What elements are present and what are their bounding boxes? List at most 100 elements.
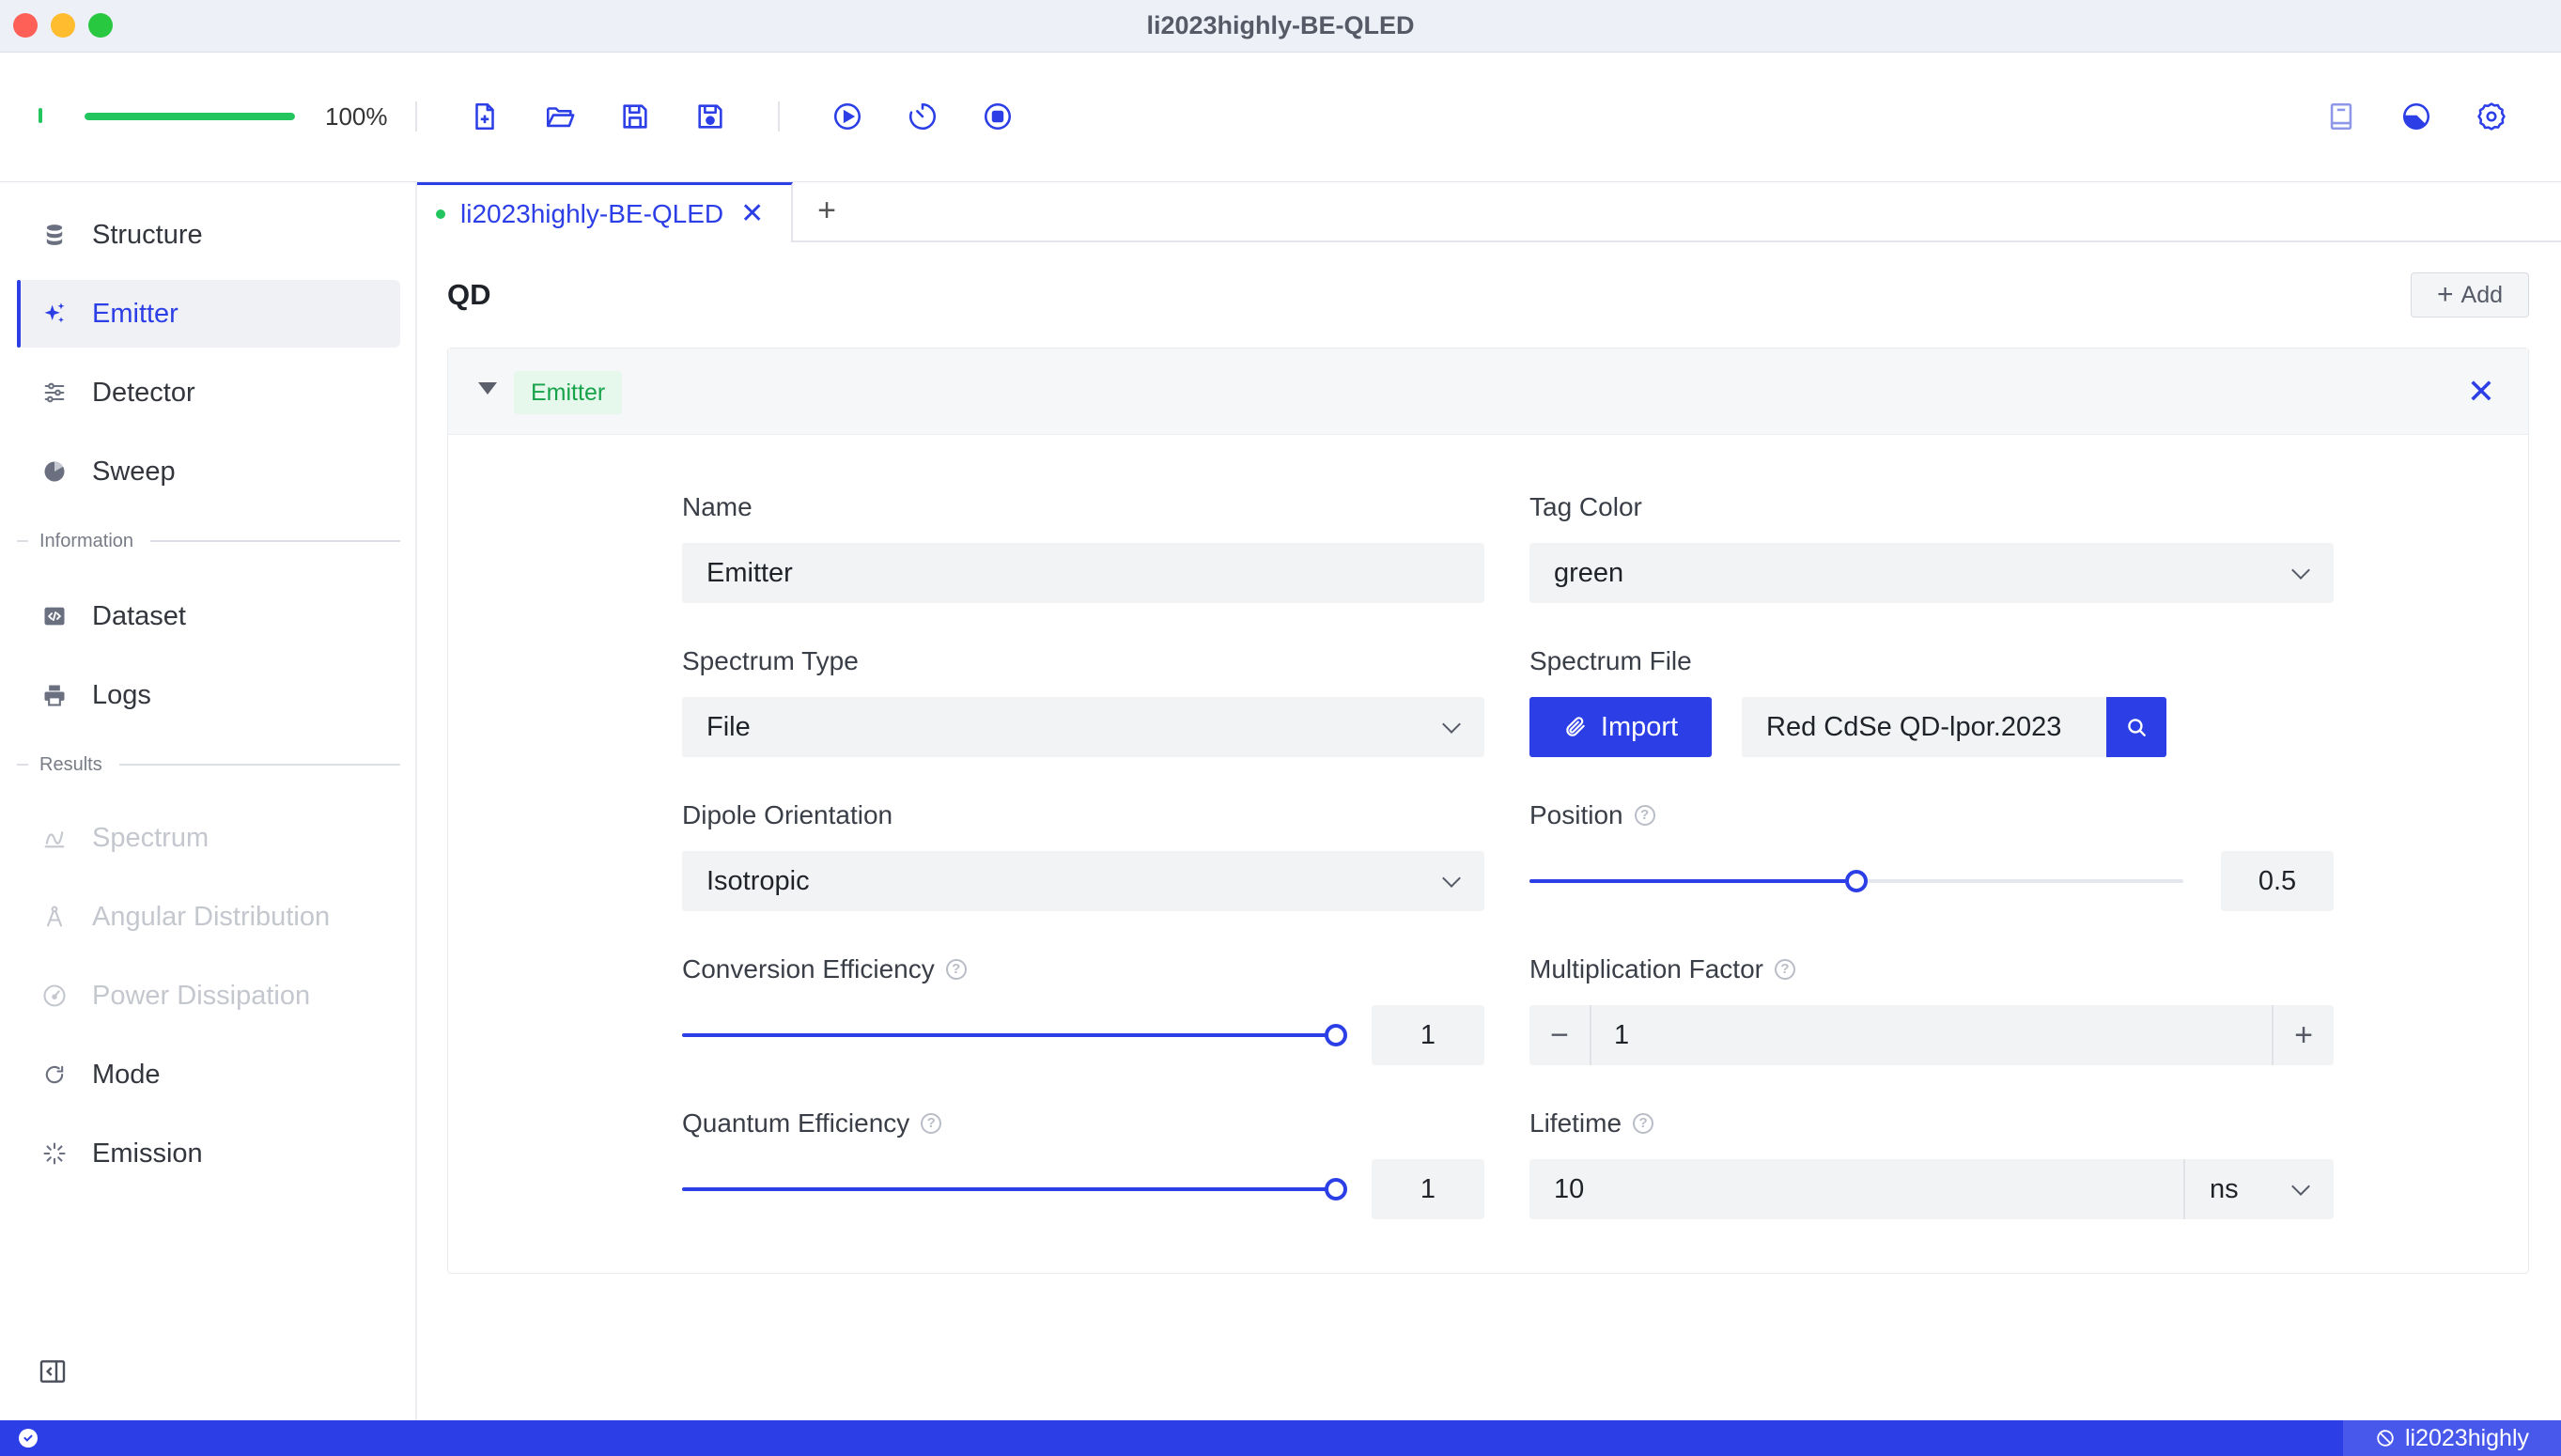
run-button[interactable] — [829, 98, 866, 135]
chevron-down-icon — [2291, 561, 2310, 580]
toolbar-separator — [778, 101, 780, 132]
add-tab-button[interactable]: + — [808, 192, 846, 229]
add-emitter-button[interactable]: + Add — [2411, 272, 2529, 318]
toolbar-separator — [415, 101, 417, 132]
conversion-efficiency-label-text: Conversion Efficiency — [682, 954, 935, 984]
collapse-sidebar-button[interactable] — [38, 1356, 68, 1386]
slider-fill — [682, 1187, 1336, 1191]
mode-icon — [45, 1065, 64, 1084]
new-file-button[interactable] — [466, 98, 504, 135]
check-icon[interactable] — [19, 1429, 38, 1448]
spectrum-file-label: Spectrum File — [1529, 646, 1692, 675]
sidebar-item-dataset[interactable]: Dataset — [17, 582, 400, 650]
sidebar-item-structure[interactable]: Structure — [17, 201, 400, 269]
open-folder-icon — [546, 107, 575, 128]
settings-icon — [2477, 102, 2506, 131]
group-label: Information — [39, 530, 134, 551]
position-label: Position ? — [1529, 800, 1655, 830]
gauge-icon — [43, 984, 66, 1007]
position-slider[interactable] — [1529, 870, 2183, 892]
spectrum-type-value: File — [706, 711, 751, 742]
sidebar-item-detector[interactable]: Detector — [17, 359, 400, 426]
slider-fill — [1529, 879, 1856, 883]
status-project[interactable]: li2023highly — [2343, 1420, 2561, 1456]
slider-thumb[interactable] — [1325, 1024, 1347, 1046]
sidebar-item-emission[interactable]: Emission — [17, 1120, 400, 1187]
browse-file-button[interactable] — [2106, 697, 2166, 757]
quantum-efficiency-slider[interactable] — [682, 1178, 1347, 1200]
sidebar-item-sweep[interactable]: Sweep — [17, 438, 400, 505]
progress-bar — [85, 113, 295, 120]
save-as-icon — [698, 104, 722, 129]
help-icon[interactable]: ? — [1633, 1113, 1654, 1134]
dipole-orientation-label: Dipole Orientation — [682, 800, 893, 829]
chevron-down-icon — [2291, 1177, 2310, 1196]
sidebar-item-angular-distribution[interactable]: Angular Distribution — [17, 883, 400, 951]
position-value[interactable]: 0.5 — [2221, 851, 2334, 911]
theme-toggle-button[interactable] — [2398, 98, 2435, 135]
settings-button[interactable] — [2473, 98, 2510, 135]
code-icon — [44, 607, 65, 626]
sidebar-item-spectrum[interactable]: Spectrum — [17, 804, 400, 872]
sidebar-item-label: Sweep — [92, 456, 176, 487]
conversion-efficiency-label: Conversion Efficiency ? — [682, 954, 967, 984]
play-icon — [833, 102, 861, 131]
import-button[interactable]: Import — [1529, 697, 1712, 757]
spectrum-type-label: Spectrum Type — [682, 646, 859, 675]
tag-color-label: Tag Color — [1529, 492, 1642, 521]
panel-header[interactable]: Emitter ✕ — [448, 349, 2528, 435]
help-icon[interactable]: ? — [1634, 805, 1655, 826]
window-title: li2023highly-BE-QLED — [1146, 11, 1415, 39]
sidebar-item-power-dissipation[interactable]: Power Dissipation — [17, 962, 400, 1030]
sidebar-item-emitter[interactable]: Emitter — [17, 280, 400, 348]
conversion-efficiency-slider[interactable] — [682, 1024, 1347, 1046]
docs-button[interactable] — [2322, 98, 2360, 135]
increment-button[interactable]: + — [2274, 1005, 2334, 1065]
section-title: QD — [447, 278, 491, 311]
help-icon[interactable]: ? — [1774, 959, 1795, 980]
chevron-down-icon — [1442, 869, 1461, 888]
progress-indicator — [39, 108, 42, 123]
name-input[interactable]: Emitter — [682, 543, 1484, 603]
save-button[interactable] — [616, 98, 654, 135]
spectrum-file-input[interactable]: Red CdSe QD-lpor.2023 — [1742, 697, 2106, 757]
conversion-efficiency-value[interactable]: 1 — [1372, 1005, 1484, 1065]
save-as-button[interactable] — [691, 98, 729, 135]
help-icon[interactable]: ? — [945, 959, 967, 980]
chevron-down-icon — [1442, 715, 1461, 734]
import-label: Import — [1600, 711, 1679, 742]
sidebar-item-label: Detector — [92, 377, 195, 408]
slider-thumb[interactable] — [1325, 1178, 1347, 1200]
slider-thumb[interactable] — [1845, 870, 1868, 892]
lifetime-input[interactable]: 10 — [1529, 1159, 2183, 1219]
tab-close-icon[interactable]: ✕ — [740, 197, 764, 230]
book-icon — [2330, 102, 2352, 131]
caret-down-icon[interactable] — [478, 382, 497, 395]
tab-project[interactable]: li2023highly-BE-QLED ✕ — [417, 182, 793, 242]
multiplication-factor-value[interactable]: 1 — [1614, 1020, 1629, 1051]
dipole-orientation-select[interactable]: Isotropic — [682, 851, 1484, 911]
stop-button[interactable] — [979, 98, 1017, 135]
remove-emitter-icon[interactable]: ✕ — [2462, 373, 2500, 410]
help-icon[interactable]: ? — [921, 1113, 942, 1134]
sidebar-item-label: Dataset — [92, 600, 186, 631]
tag-color-select[interactable]: green — [1529, 543, 2334, 603]
group-results: Results — [17, 751, 400, 779]
paperclip-icon — [1566, 717, 1585, 736]
status-bar: li2023highly — [0, 1420, 2561, 1456]
spectrum-icon — [44, 831, 65, 848]
pie-icon — [44, 461, 65, 482]
open-folder-button[interactable] — [541, 98, 579, 135]
sidebar-item-mode[interactable]: Mode — [17, 1041, 400, 1108]
status-project-label: li2023highly — [2404, 1424, 2530, 1451]
sidebar-item-logs[interactable]: Logs — [17, 661, 400, 729]
spectrum-type-select[interactable]: File — [682, 697, 1484, 757]
progress-text: 100% — [325, 102, 388, 131]
quantum-efficiency-value[interactable]: 1 — [1372, 1159, 1484, 1219]
tag-color-value: green — [1554, 557, 1624, 588]
app-window: li2023highly-BE-QLED 100% Structure Emit… — [0, 0, 2561, 1456]
sidebar-item-label: Mode — [92, 1059, 161, 1090]
lifetime-unit-select[interactable]: ns — [2185, 1159, 2334, 1219]
timer-button[interactable] — [904, 98, 941, 135]
decrement-button[interactable]: − — [1529, 1005, 1590, 1065]
